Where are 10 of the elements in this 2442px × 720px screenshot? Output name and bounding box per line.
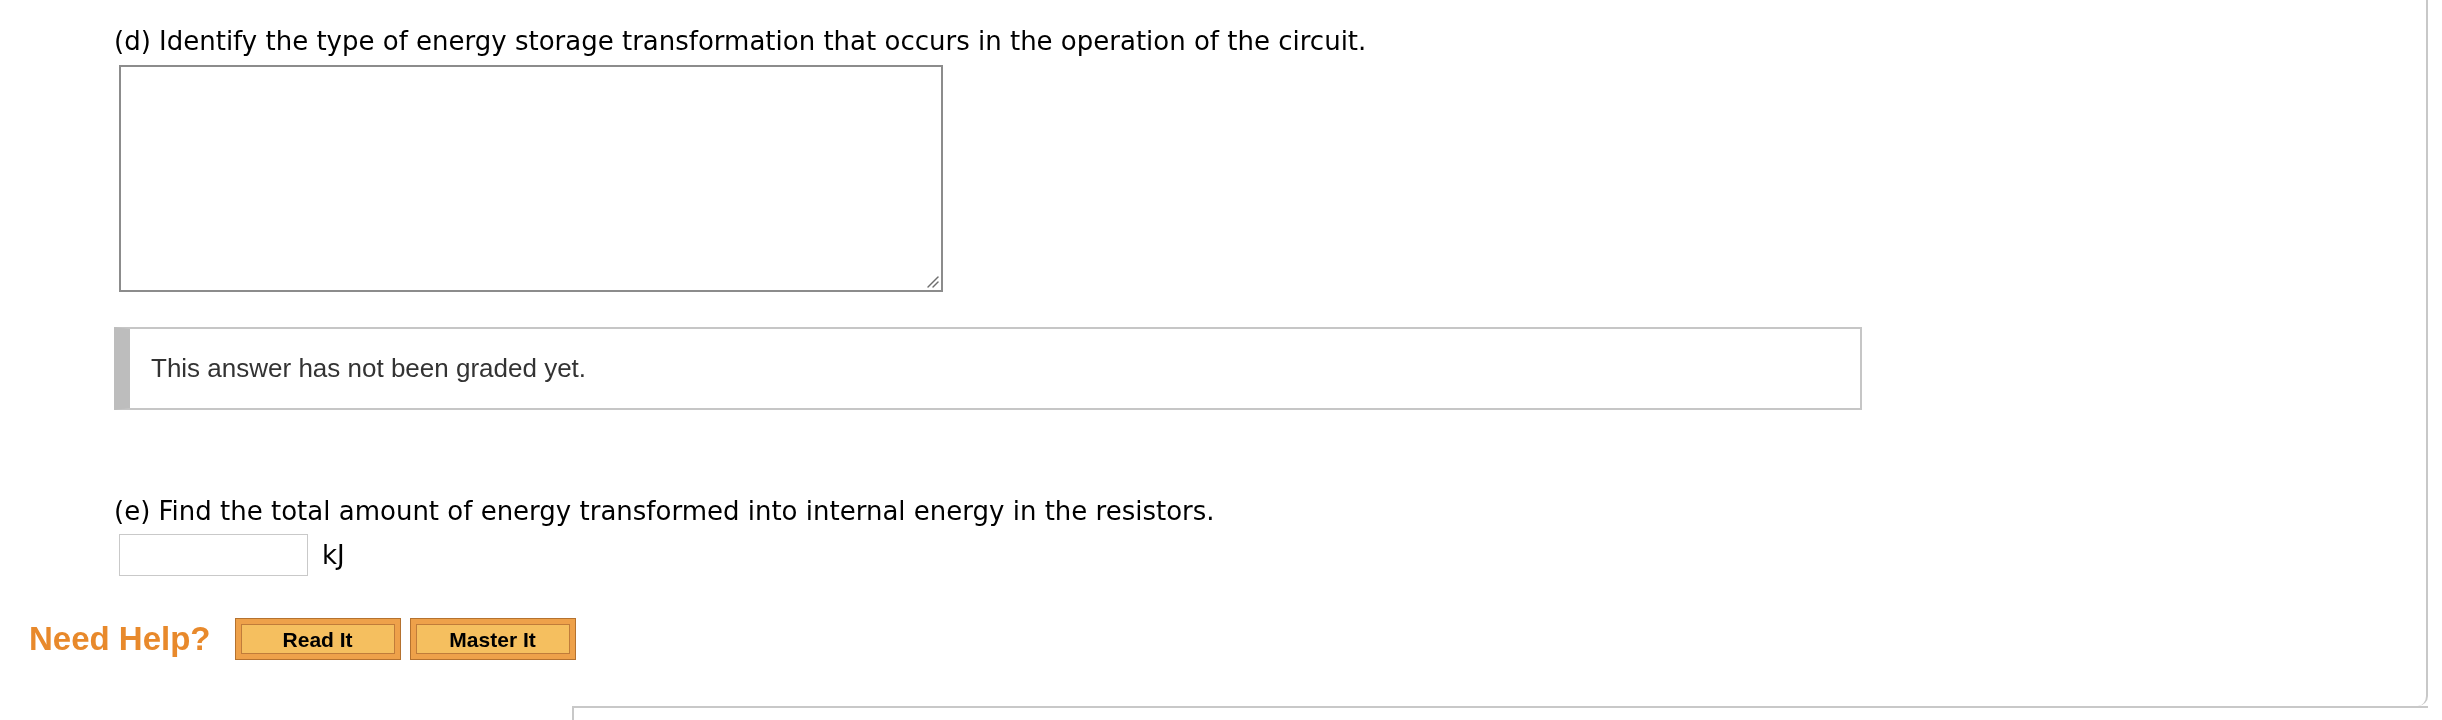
- grading-notice: This answer has not been graded yet.: [114, 327, 1862, 410]
- need-help-label: Need Help?: [29, 619, 211, 659]
- help-button[interactable]: Master It: [409, 618, 576, 660]
- unit-label: kJ: [322, 540, 345, 570]
- help-button[interactable]: Read It: [234, 618, 401, 660]
- resize-grip-icon[interactable]: [927, 276, 939, 288]
- question-text: (e) Find the total amount of energy transformed into internal energy in the resistors.: [114, 496, 1215, 526]
- question-text: (d) Identify the type of energy storage transformation that occurs in the operation of the circuit.: [114, 26, 1367, 56]
- answer-field[interactable]: [119, 534, 308, 576]
- answer-box[interactable]: [119, 65, 943, 292]
